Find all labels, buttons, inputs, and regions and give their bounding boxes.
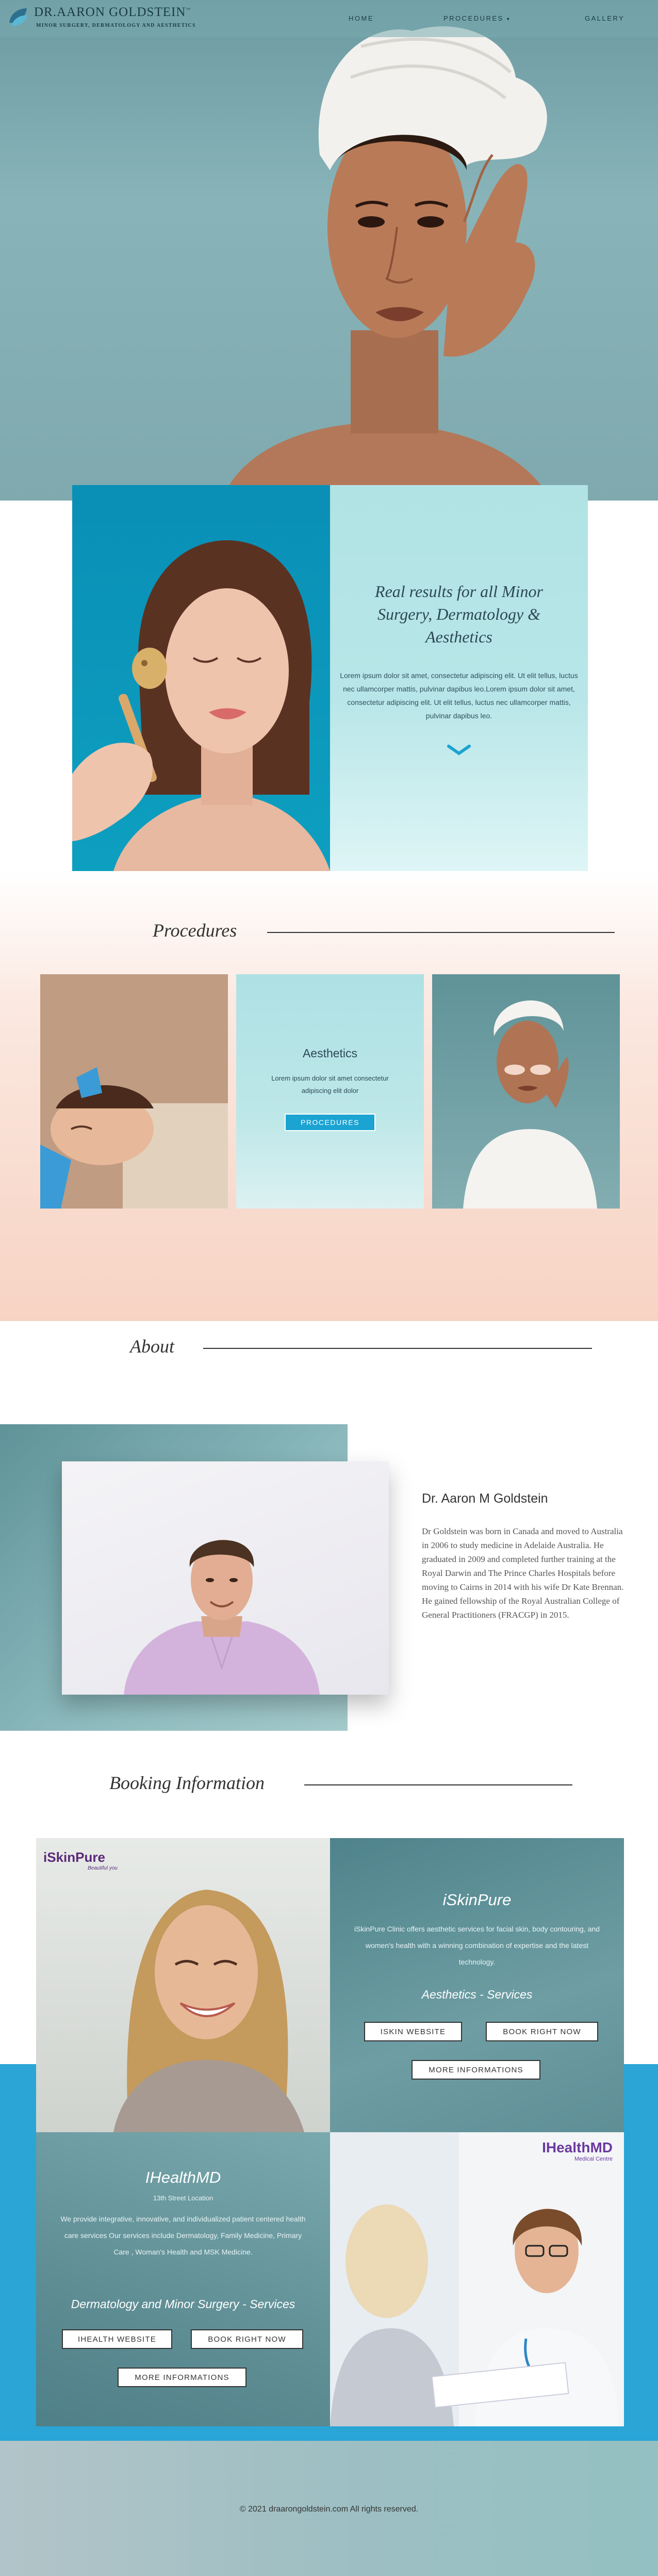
site-footer: © 2021 draarongoldstein.com All rights r…	[0, 2441, 658, 2576]
ihealth-more-info-button[interactable]: MORE INFORMATIONS	[118, 2368, 246, 2387]
procedure-card-aesthetics: Aesthetics Lorem ipsum dolor sit amet co…	[236, 974, 424, 1209]
ihealthmd-logo-tagline: Medical Centre	[574, 2156, 613, 2162]
iskin-book-button[interactable]: BOOK RIGHT NOW	[486, 2022, 598, 2041]
intro-title: Real results for all Minor Surgery, Derm…	[375, 582, 543, 646]
iskinpure-logo-text: iSkinPure	[43, 1849, 105, 1865]
ihealth-book-button[interactable]: BOOK RIGHT NOW	[191, 2329, 303, 2349]
ihealth-website-button[interactable]: IHEALTH WEBSITE	[62, 2329, 172, 2349]
ihealthmd-services-label: Dermatology and Minor Surgery - Services	[71, 2297, 295, 2311]
doctor-bio: Dr Goldstein was born in Canada and move…	[422, 1526, 624, 1620]
doctor-name: Dr. Aaron M Goldstein	[422, 1491, 548, 1506]
footer-copyright: © 2021 draarongoldstein.com All rights r…	[239, 2505, 419, 2514]
about-heading: About	[130, 1336, 174, 1357]
iskinpure-services-label: Aesthetics - Services	[421, 1988, 533, 2001]
hero-banner	[0, 0, 658, 501]
hero-woman-towel-image	[222, 26, 552, 501]
nav-procedures-label: PROCEDURES	[443, 14, 504, 22]
procedure-card-text: Lorem ipsum dolor sit amet consectetur a…	[271, 1074, 389, 1094]
nav-gallery[interactable]: GALLERY	[585, 14, 624, 22]
chevron-down-icon: ▾	[506, 17, 511, 22]
ihealthmd-description: We provide integrative, innovative, and …	[60, 2215, 306, 2256]
iskin-website-button[interactable]: ISKIN WEBSITE	[364, 2022, 462, 2041]
chevron-down-icon[interactable]	[446, 742, 472, 758]
logo-leaf-icon[interactable]	[6, 5, 30, 29]
about-divider	[203, 1348, 592, 1349]
iskinpure-woman-image: iSkinPure Beautiful you	[36, 1838, 330, 2132]
booking-heading: Booking Information	[109, 1773, 265, 1793]
intro-panel: Real results for all Minor Surgery, Derm…	[330, 485, 588, 871]
iskinpure-logo-tagline: Beautiful you	[88, 1865, 118, 1871]
site-header: DR.AARON GOLDSTEIN™ MINOR SURGERY, DERMA…	[0, 0, 658, 37]
nav-procedures[interactable]: PROCEDURES ▾	[443, 14, 511, 22]
iskinpure-logo: iSkinPure Beautiful you	[43, 1849, 118, 1871]
ihealthmd-address: 13th Street Location	[153, 2194, 213, 2202]
procedures-divider	[267, 932, 615, 933]
ihealthmd-info-panel: IHealthMD 13th Street Location We provid…	[36, 2132, 330, 2426]
procedure-card-eye-patch-image[interactable]	[432, 974, 620, 1209]
iskinpure-title: iSkinPure	[442, 1891, 512, 1909]
ihealthmd-logo-text: IHealthMD	[542, 2139, 613, 2155]
procedures-heading: Procedures	[153, 920, 237, 941]
ihealthmd-title: IHealthMD	[145, 2168, 221, 2186]
ihealthmd-logo: IHealthMD Medical Centre	[520, 2139, 613, 2162]
logo-name[interactable]: DR.AARON GOLDSTEIN™	[34, 5, 191, 20]
procedures-button[interactable]: PROCEDURES	[285, 1114, 375, 1131]
intro-text: Lorem ipsum dolor sit amet, consectetur …	[340, 671, 578, 720]
iskin-more-info-button[interactable]: MORE INFORMATIONS	[412, 2060, 540, 2080]
iskinpure-info-panel: iSkinPure iSkinPure Clinic offers aesthe…	[330, 1838, 624, 2132]
logo-name-text: DR.AARON GOLDSTEIN	[34, 5, 186, 19]
procedure-card-treatment-image[interactable]	[40, 974, 228, 1209]
booking-divider	[304, 1784, 572, 1785]
logo-trademark: ™	[186, 7, 191, 12]
doctor-portrait-image	[62, 1461, 389, 1695]
page: DR.AARON GOLDSTEIN™ MINOR SURGERY, DERMA…	[0, 0, 658, 2576]
ihealthmd-doctor-image: IHealthMD Medical Centre	[330, 2132, 624, 2426]
intro-facial-roller-image	[72, 485, 330, 871]
procedure-card-title: Aesthetics	[302, 1046, 358, 1060]
iskinpure-description: iSkinPure Clinic offers aesthetic servic…	[354, 1925, 600, 1966]
nav-home[interactable]: HOME	[349, 14, 374, 22]
logo-tagline: MINOR SURGERY, DERMATOLOGY AND AESTHETIC…	[36, 23, 196, 28]
